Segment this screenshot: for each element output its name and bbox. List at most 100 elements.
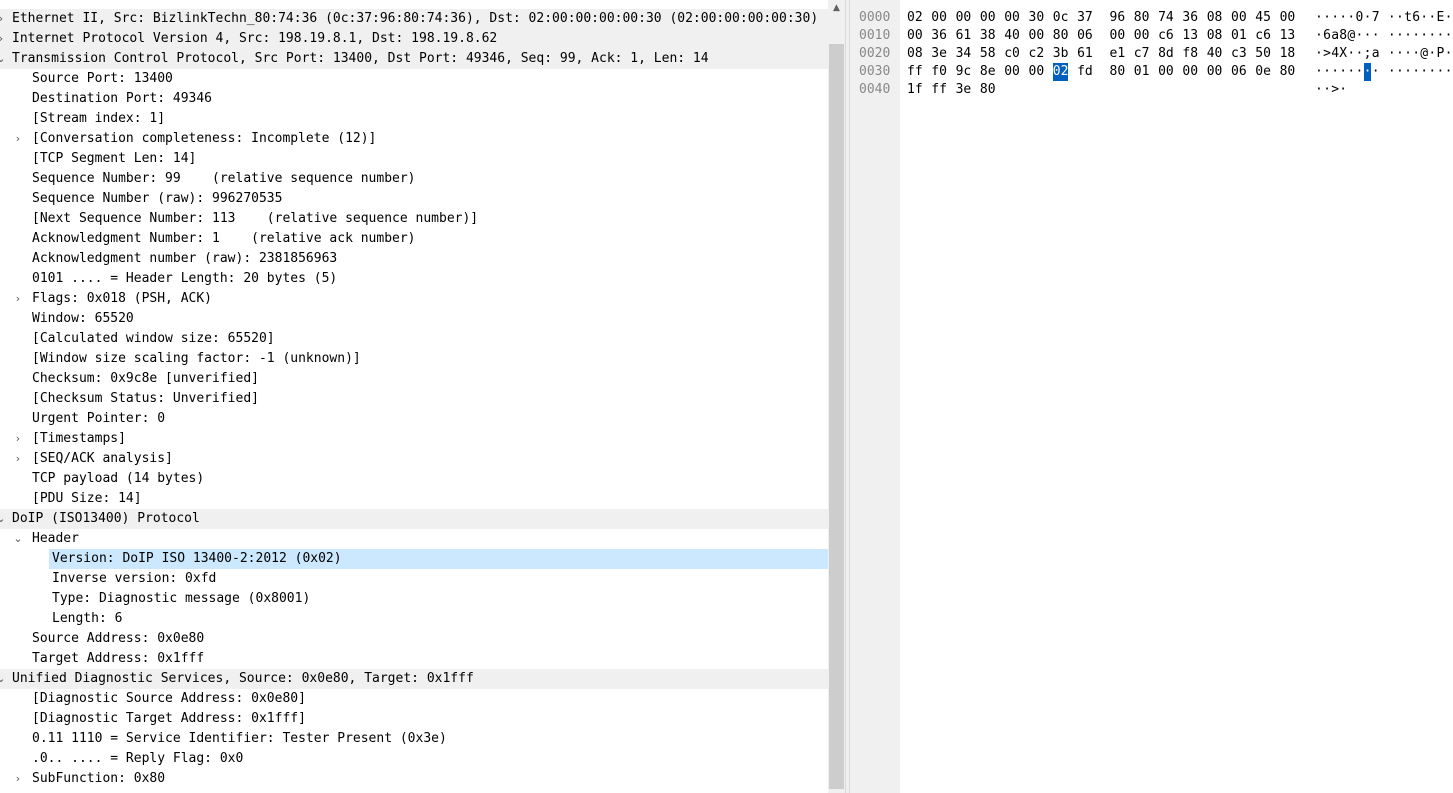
hex-byte[interactable]: 00 bbox=[956, 9, 972, 27]
ascii-char[interactable]: 6 bbox=[1412, 9, 1420, 27]
protocol-tree-item[interactable]: [Stream index: 1] bbox=[0, 109, 828, 129]
ascii-char[interactable]: 6 bbox=[1323, 27, 1331, 45]
ascii-char[interactable]: · bbox=[1339, 9, 1347, 27]
hex-byte[interactable]: 08 bbox=[1207, 9, 1223, 27]
packet-details-pane[interactable]: › Ethernet II, Src: BizlinkTechn_80:74:36… bbox=[0, 0, 828, 793]
ascii-char[interactable]: 7 bbox=[1372, 9, 1380, 27]
hex-byte[interactable]: 06 bbox=[1231, 63, 1247, 81]
hex-byte[interactable]: 38 bbox=[980, 27, 996, 45]
protocol-tree-section[interactable]: › Ethernet II, Src: BizlinkTechn_80:74:36… bbox=[0, 9, 828, 29]
ascii-char[interactable]: · bbox=[1428, 9, 1436, 27]
hex-byte[interactable]: 61 bbox=[1077, 45, 1093, 63]
protocol-tree-item[interactable]: Version: DoIP ISO 13400-2:2012 (0x02) bbox=[49, 549, 828, 569]
hex-row[interactable]: 0010 00 36 61 38 40 00 80 06 00 00 c6 13 08 01 c6 13 · 6 a 8… bbox=[850, 27, 1453, 45]
expand-arrow-icon[interactable]: › bbox=[12, 129, 24, 149]
protocol-tree-item[interactable]: › [SEQ/ACK analysis] bbox=[0, 449, 828, 469]
details-scrollbar-thumb[interactable] bbox=[829, 44, 844, 789]
ascii-char[interactable]: · bbox=[1323, 63, 1331, 81]
hex-byte[interactable]: 00 bbox=[907, 27, 923, 45]
protocol-tree-item[interactable]: 0101 .... = Header Length: 20 bytes (5) bbox=[0, 269, 828, 289]
protocol-tree-item[interactable]: [Diagnostic Target Address: 0x1fff] bbox=[0, 709, 828, 729]
expand-arrow-icon[interactable]: › bbox=[0, 9, 7, 29]
ascii-char[interactable]: > bbox=[1331, 81, 1339, 99]
protocol-tree-section[interactable]: › Internet Protocol Version 4, Src: 198.1… bbox=[0, 29, 828, 49]
ascii-char[interactable]: · bbox=[1347, 45, 1355, 63]
protocol-tree-item[interactable]: [PDU Size: 14] bbox=[0, 489, 828, 509]
hex-byte[interactable]: 00 bbox=[1134, 27, 1150, 45]
protocol-tree-item[interactable]: Source Address: 0x0e80 bbox=[0, 629, 828, 649]
hex-byte[interactable]: 80 bbox=[1134, 9, 1150, 27]
hex-byte[interactable]: f8 bbox=[1182, 45, 1198, 63]
hex-byte[interactable]: e1 bbox=[1110, 45, 1126, 63]
ascii-char[interactable]: · bbox=[1323, 81, 1331, 99]
hex-byte[interactable]: ff bbox=[931, 81, 947, 99]
hex-byte[interactable]: 30 bbox=[1029, 9, 1045, 27]
protocol-tree-item[interactable]: › Flags: 0x018 (PSH, ACK) bbox=[0, 289, 828, 309]
ascii-char[interactable]: > bbox=[1323, 45, 1331, 63]
protocol-tree-item[interactable]: [Diagnostic Source Address: 0x0e80] bbox=[0, 689, 828, 709]
hex-byte[interactable]: 50 bbox=[1255, 45, 1271, 63]
ascii-char[interactable]: · bbox=[1412, 45, 1420, 63]
hex-byte[interactable]: 00 bbox=[1004, 63, 1020, 81]
ascii-char[interactable]: · bbox=[1331, 63, 1339, 81]
ascii-char[interactable]: · bbox=[1445, 27, 1453, 45]
ascii-char[interactable]: @ bbox=[1420, 45, 1428, 63]
hex-byte[interactable]: 13 bbox=[1182, 27, 1198, 45]
ascii-char[interactable]: · bbox=[1388, 63, 1396, 81]
hex-byte[interactable]: 18 bbox=[1280, 45, 1296, 63]
ascii-char[interactable]: · bbox=[1428, 27, 1436, 45]
hex-byte[interactable]: 01 bbox=[1134, 63, 1150, 81]
ascii-char[interactable]: · bbox=[1315, 27, 1323, 45]
ascii-char[interactable]: · bbox=[1372, 27, 1380, 45]
hex-byte[interactable]: 80 bbox=[1280, 63, 1296, 81]
protocol-tree-section[interactable]: ⌄ Unified Diagnostic Services, Source: 0x… bbox=[0, 669, 828, 689]
hex-byte[interactable]: 37 bbox=[1077, 9, 1093, 27]
protocol-tree-item[interactable]: [TCP Segment Len: 14] bbox=[0, 149, 828, 169]
protocol-tree-item[interactable]: Type: Diagnostic message (0x8001) bbox=[0, 589, 828, 609]
ascii-char[interactable]: · bbox=[1364, 9, 1372, 27]
ascii-char[interactable]: · bbox=[1372, 63, 1380, 81]
protocol-tree-item[interactable]: Destination Port: 49346 bbox=[0, 89, 828, 109]
protocol-tree-item[interactable]: Window: 65520 bbox=[0, 309, 828, 329]
hex-row[interactable]: 0020 08 3e 34 58 c0 c2 3b 61 e1 c7 8d f8 40 c3 50 18 · >4 X… bbox=[850, 45, 1453, 63]
ascii-char[interactable]: · bbox=[1404, 45, 1412, 63]
hex-byte[interactable]: 61 bbox=[956, 27, 972, 45]
ascii-char[interactable]: a bbox=[1372, 45, 1380, 63]
protocol-tree-item[interactable]: Acknowledgment Number: 1 (relative ack n… bbox=[0, 229, 828, 249]
hex-byte[interactable]: 74 bbox=[1158, 9, 1174, 27]
hex-row[interactable]: 0000 02 00 00 00 00 30 0c 37 96 80 74 36 08 00 45 00 · · · ·… bbox=[850, 9, 1453, 27]
hex-byte[interactable]: 01 bbox=[1231, 27, 1247, 45]
ascii-char[interactable]: · bbox=[1437, 27, 1445, 45]
protocol-tree-item[interactable]: Inverse version: 0xfd bbox=[0, 569, 828, 589]
hex-byte[interactable]: 00 bbox=[1207, 63, 1223, 81]
ascii-char[interactable]: · bbox=[1420, 27, 1428, 45]
protocol-tree-item[interactable]: .0.. .... = Reply Flag: 0x0 bbox=[0, 749, 828, 769]
ascii-char[interactable]: · bbox=[1339, 81, 1347, 99]
ascii-char[interactable]: ; bbox=[1364, 45, 1372, 63]
protocol-tree-item[interactable]: Length: 6 bbox=[0, 609, 828, 629]
ascii-char[interactable]: · bbox=[1315, 81, 1323, 99]
protocol-tree-item[interactable]: Urgent Pointer: 0 bbox=[0, 409, 828, 429]
ascii-char[interactable]: · bbox=[1404, 63, 1412, 81]
protocol-tree-item[interactable]: Acknowledgment number (raw): 2381856963 bbox=[0, 249, 828, 269]
hex-byte[interactable]: 0e bbox=[1255, 63, 1271, 81]
protocol-tree-item[interactable]: › [Timestamps] bbox=[0, 429, 828, 449]
hex-row[interactable]: 0040 1f ff 3e 80 · · > · bbox=[850, 81, 1453, 99]
protocol-tree-item[interactable]: Source Port: 13400 bbox=[0, 69, 828, 89]
protocol-tree-item[interactable]: [Checksum Status: Unverified] bbox=[0, 389, 828, 409]
collapse-arrow-icon[interactable]: ⌄ bbox=[0, 669, 7, 689]
ascii-char[interactable]: · bbox=[1388, 9, 1396, 27]
ascii-char[interactable]: a bbox=[1331, 27, 1339, 45]
ascii-char[interactable]: 4 bbox=[1331, 45, 1339, 63]
ascii-char[interactable]: · bbox=[1412, 63, 1420, 81]
hex-byte[interactable]: 00 bbox=[1029, 63, 1045, 81]
ascii-char[interactable]: t bbox=[1404, 9, 1412, 27]
collapse-arrow-icon[interactable]: ⌄ bbox=[0, 509, 7, 529]
collapse-arrow-icon[interactable]: ⌄ bbox=[0, 49, 7, 69]
hex-byte[interactable]: 06 bbox=[1077, 27, 1093, 45]
protocol-tree-item[interactable]: [Window size scaling factor: -1 (unknown… bbox=[0, 349, 828, 369]
expand-arrow-icon[interactable]: › bbox=[0, 29, 7, 49]
hex-byte[interactable]: 80 bbox=[1053, 27, 1069, 45]
ascii-char[interactable]: · bbox=[1445, 45, 1453, 63]
ascii-char[interactable]: · bbox=[1356, 27, 1364, 45]
